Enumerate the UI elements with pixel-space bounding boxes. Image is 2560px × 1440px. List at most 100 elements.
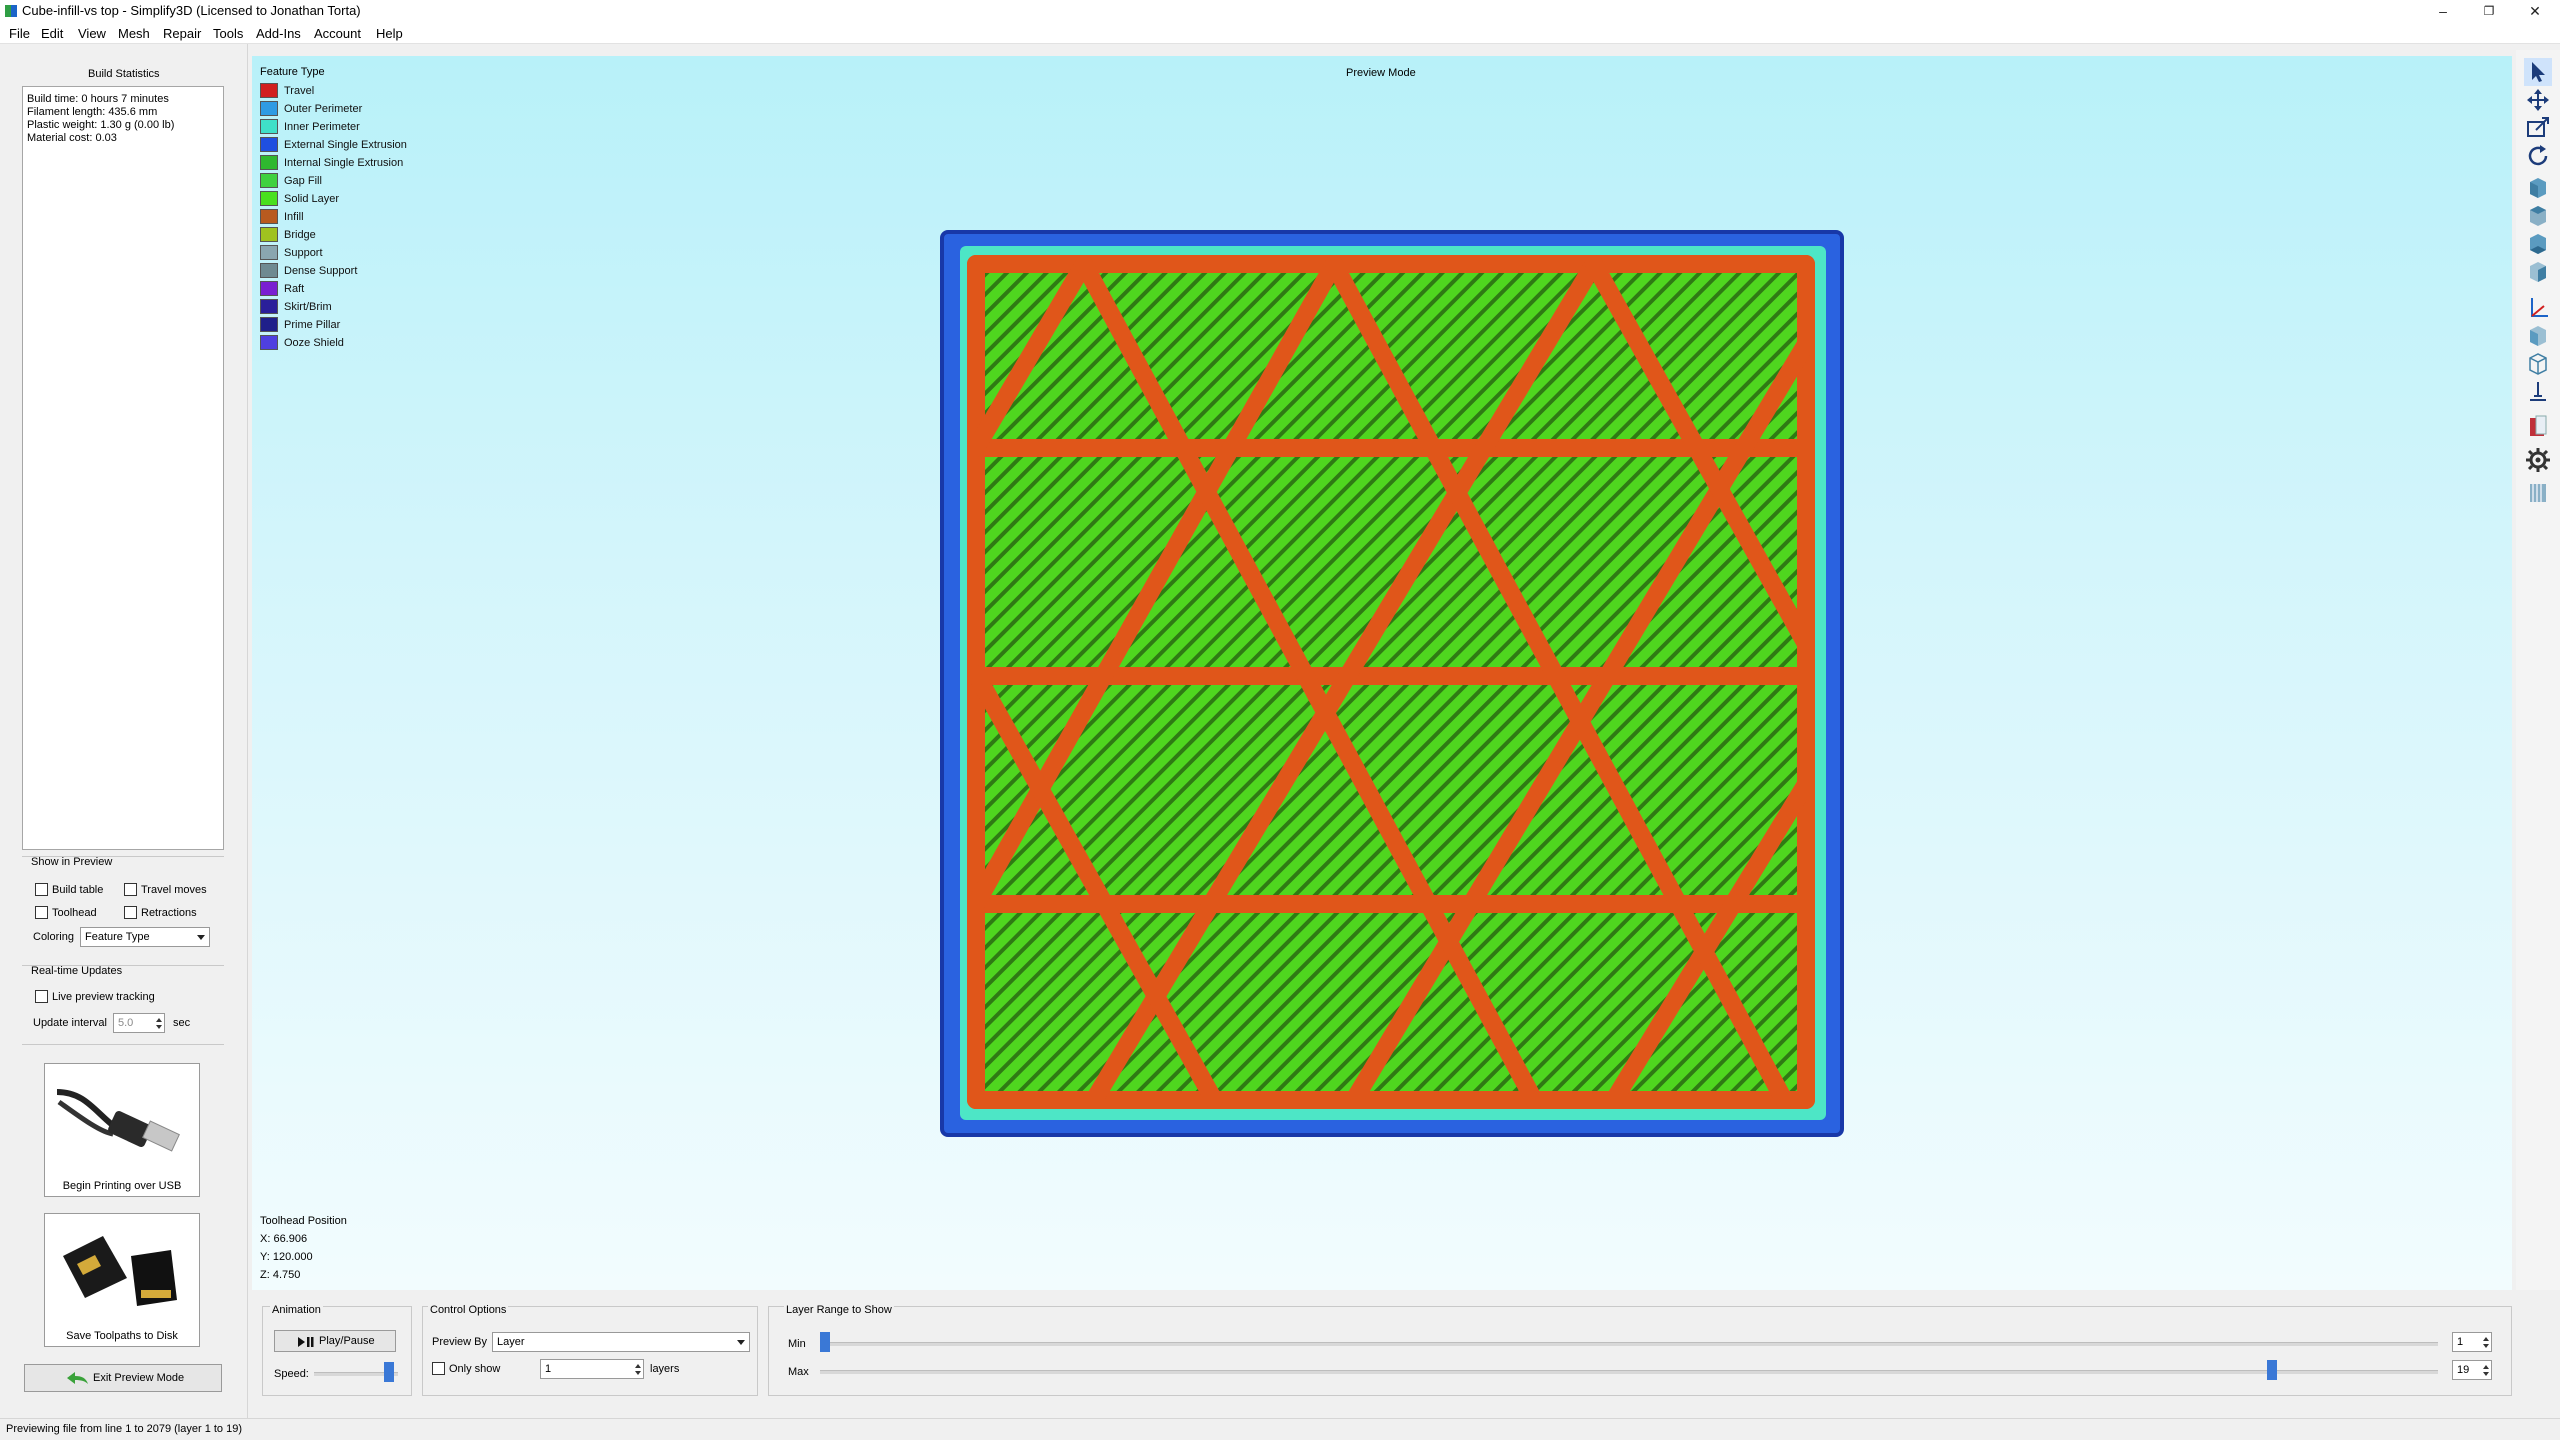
speed-slider-thumb[interactable] xyxy=(384,1362,395,1382)
animation-title: Animation xyxy=(270,1304,323,1316)
usb-print-button[interactable]: Begin Printing over USB xyxy=(44,1063,200,1197)
menu-view[interactable]: View xyxy=(78,26,106,41)
settings-gear-icon[interactable] xyxy=(2524,446,2552,474)
retractions-checkbox[interactable] xyxy=(124,906,137,919)
move-icon[interactable] xyxy=(2524,86,2552,114)
legend-swatch xyxy=(260,209,278,224)
menu-mesh[interactable]: Mesh xyxy=(118,26,150,41)
3d-viewport[interactable]: Feature Type Travel Outer Perimeter Inner … xyxy=(252,56,2512,1290)
view-default-icon[interactable] xyxy=(2524,174,2552,202)
back-arrow-icon xyxy=(67,1372,88,1384)
stat-material-cost: Material cost: 0.03 xyxy=(27,132,117,144)
menu-add-ins[interactable]: Add-Ins xyxy=(256,26,301,41)
view-perspective-icon[interactable] xyxy=(2524,350,2552,378)
legend-label: Dense Support xyxy=(284,265,358,277)
toolpath-preview[interactable] xyxy=(934,224,1854,1144)
min-layer-track[interactable] xyxy=(820,1342,2438,1346)
update-interval-label: Update interval xyxy=(33,1017,107,1029)
spin-up-icon[interactable] xyxy=(2483,1365,2489,1369)
menu-account[interactable]: Account xyxy=(314,26,361,41)
menu-edit[interactable]: Edit xyxy=(41,26,63,41)
min-layer-thumb[interactable] xyxy=(820,1332,830,1352)
retractions-label: Retractions xyxy=(141,907,197,919)
min-layer-value: 1 xyxy=(2457,1336,2464,1348)
stat-plastic-weight: Plastic weight: 1.30 g (0.00 lb) xyxy=(27,119,175,131)
close-button[interactable]: ✕ xyxy=(2512,0,2558,22)
legend-swatch xyxy=(260,101,278,116)
exit-preview-label: Exit Preview Mode xyxy=(93,1372,185,1384)
realtime-updates-title: Real-time Updates xyxy=(31,965,123,977)
legend-swatch xyxy=(260,137,278,152)
right-toolbar xyxy=(2516,50,2560,1290)
view-top-icon[interactable] xyxy=(2524,202,2552,230)
travel-moves-label: Travel moves xyxy=(141,884,207,896)
build-stats-title: Build Statistics xyxy=(88,68,160,80)
menu-help[interactable]: Help xyxy=(376,26,403,41)
build-table-checkbox[interactable] xyxy=(35,883,48,896)
view-bottom-icon[interactable] xyxy=(2524,230,2552,258)
legend-label: Outer Perimeter xyxy=(284,103,363,115)
spin-up-icon[interactable] xyxy=(156,1018,162,1022)
toolhead-position: Toolhead Position X: 66.906 Y: 120.000 Z… xyxy=(260,1212,347,1284)
spin-down-icon[interactable] xyxy=(2483,1372,2489,1376)
coloring-label: Coloring xyxy=(33,931,74,943)
spin-down-icon[interactable] xyxy=(156,1025,162,1029)
travel-moves-checkbox[interactable] xyxy=(124,883,137,896)
select-icon[interactable] xyxy=(2524,58,2552,86)
play-pause-label: Play/Pause xyxy=(319,1335,375,1347)
cut-icon[interactable] xyxy=(2524,412,2552,440)
title-bar: Cube-infill-vs top - Simplify3D (License… xyxy=(0,0,2560,22)
legend-label: Prime Pillar xyxy=(284,319,341,331)
view-side-icon[interactable] xyxy=(2524,322,2552,350)
play-pause-button[interactable]: Play/Pause xyxy=(274,1330,396,1352)
legend-swatch xyxy=(260,173,278,188)
play-pause-icon xyxy=(298,1337,314,1347)
legend-swatch xyxy=(260,119,278,134)
only-show-checkbox[interactable] xyxy=(432,1362,445,1375)
view-axes-icon[interactable] xyxy=(2524,294,2552,322)
preview-by-label: Preview By xyxy=(432,1336,488,1348)
max-layer-thumb[interactable] xyxy=(2267,1360,2278,1380)
menu-tools[interactable]: Tools xyxy=(213,26,243,41)
only-show-value: 1 xyxy=(545,1363,552,1375)
menu-bar: File Edit View Mesh Repair Tools Add-Ins… xyxy=(0,22,2560,44)
layers-icon[interactable] xyxy=(2524,478,2552,506)
only-show-layers-input[interactable]: 1 xyxy=(540,1359,644,1379)
max-layer-value: 19 xyxy=(2457,1364,2470,1376)
restore-button[interactable]: ❐ xyxy=(2466,0,2512,22)
minimize-button[interactable]: – xyxy=(2420,0,2466,22)
max-layer-track[interactable] xyxy=(820,1370,2438,1374)
spin-up-icon[interactable] xyxy=(635,1364,641,1368)
menu-file[interactable]: File xyxy=(9,26,30,41)
machine-icon[interactable] xyxy=(2524,378,2552,406)
toolhead-x: X: 66.906 xyxy=(260,1233,308,1245)
chevron-down-icon xyxy=(197,935,205,940)
legend-title: Feature Type xyxy=(260,66,325,78)
live-tracking-checkbox[interactable] xyxy=(35,990,48,1003)
update-interval-value: 5.0 xyxy=(118,1017,134,1029)
menu-repair[interactable]: Repair xyxy=(163,26,201,41)
spin-up-icon[interactable] xyxy=(2483,1337,2489,1341)
rotate-icon[interactable] xyxy=(2524,142,2552,170)
exit-preview-button[interactable]: Exit Preview Mode xyxy=(24,1364,222,1392)
coloring-dropdown[interactable]: Feature Type xyxy=(80,927,210,947)
legend-swatch xyxy=(260,155,278,170)
max-layer-input[interactable]: 19 xyxy=(2452,1360,2492,1380)
view-front-icon[interactable] xyxy=(2524,258,2552,286)
min-layer-input[interactable]: 1 xyxy=(2452,1332,2492,1352)
spin-down-icon[interactable] xyxy=(635,1371,641,1375)
scale-icon[interactable] xyxy=(2524,114,2552,142)
preview-by-dropdown[interactable]: Layer xyxy=(492,1332,750,1352)
preview-by-value: Layer xyxy=(497,1336,525,1348)
legend-label: Support xyxy=(284,247,323,259)
legend-swatch xyxy=(260,335,278,350)
save-to-disk-button[interactable]: Save Toolpaths to Disk xyxy=(44,1213,200,1347)
toolhead-checkbox[interactable] xyxy=(35,906,48,919)
update-interval-input[interactable]: 5.0 xyxy=(113,1013,165,1033)
live-tracking-label: Live preview tracking xyxy=(52,991,155,1003)
only-show-label: Only show xyxy=(449,1363,501,1375)
status-text: Previewing file from line 1 to 2079 (lay… xyxy=(6,1423,243,1435)
spin-down-icon[interactable] xyxy=(2483,1344,2489,1348)
toolhead-title: Toolhead Position xyxy=(260,1215,347,1227)
layers-label: layers xyxy=(650,1363,680,1375)
